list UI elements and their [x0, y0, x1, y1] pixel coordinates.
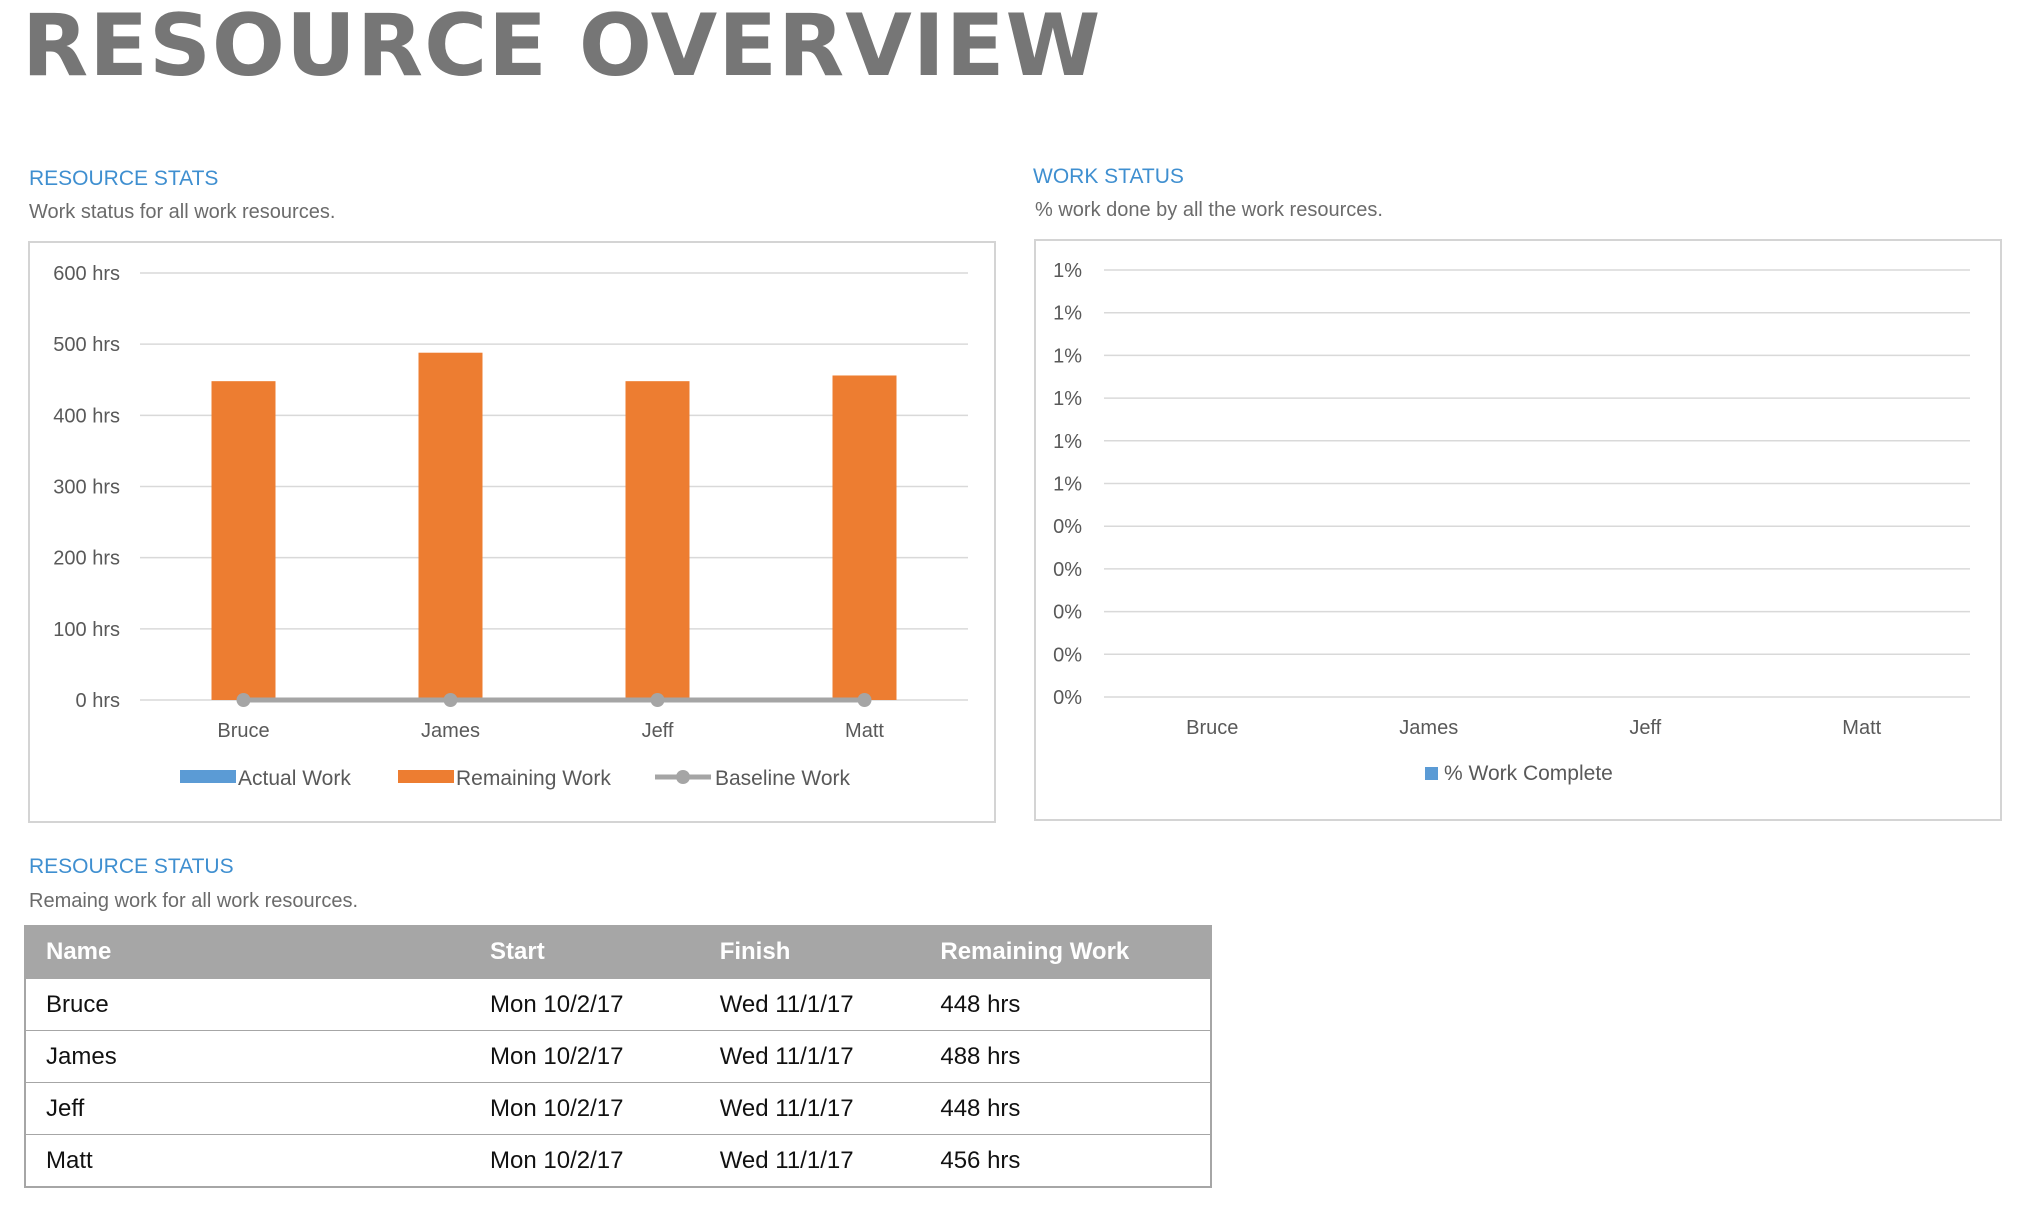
y-tick-label: 400 hrs	[53, 405, 120, 427]
x-tick-label: Bruce	[217, 720, 269, 742]
x-tick-label: Matt	[1842, 717, 1881, 739]
table-row[interactable]: Matt Mon 10/2/17 Wed 11/1/17 456 hrs	[25, 1134, 1211, 1188]
cell-finish: Wed 11/1/17	[699, 1082, 921, 1135]
work-status-subtitle: % work done by all the work resources.	[1035, 199, 1383, 221]
table-row[interactable]: Jeff Mon 10/2/17 Wed 11/1/17 448 hrs	[25, 1082, 1211, 1135]
column-header-start[interactable]: Start	[470, 925, 700, 979]
cell-name: Matt	[25, 1134, 471, 1188]
page-title: RESOURCE OVERVIEW	[22, 0, 1102, 96]
table-row[interactable]: James Mon 10/2/17 Wed 11/1/17 488 hrs	[25, 1030, 1211, 1083]
y-tick-label: 1%	[1053, 474, 1082, 496]
cell-name: James	[25, 1030, 471, 1083]
x-tick-label: Matt	[845, 720, 884, 742]
cell-name: Bruce	[25, 978, 471, 1031]
cell-remaining-work: 448 hrs	[920, 1082, 1211, 1135]
y-tick-label: 1%	[1053, 388, 1082, 410]
cell-remaining-work: 456 hrs	[920, 1134, 1211, 1188]
cell-start: Mon 10/2/17	[470, 978, 700, 1031]
cell-start: Mon 10/2/17	[470, 1082, 700, 1135]
resource-status-subtitle: Remaing work for all work resources.	[29, 890, 358, 912]
y-tick-label: 300 hrs	[53, 477, 120, 499]
y-tick-label: 500 hrs	[53, 334, 120, 356]
cell-start: Mon 10/2/17	[470, 1134, 700, 1188]
y-tick-label: 100 hrs	[53, 619, 120, 641]
y-tick-label: 0%	[1053, 516, 1082, 538]
y-tick-label: 0%	[1053, 687, 1082, 709]
legend-label: Baseline Work	[715, 767, 851, 790]
bar-remaining-work	[211, 381, 276, 700]
column-header-name[interactable]: Name	[25, 925, 470, 979]
table-row[interactable]: Bruce Mon 10/2/17 Wed 11/1/17 448 hrs	[25, 978, 1211, 1031]
legend-swatch	[180, 770, 236, 783]
legend-marker	[676, 770, 690, 784]
cell-finish: Wed 11/1/17	[699, 1030, 921, 1083]
baseline-work-point	[650, 693, 665, 707]
baseline-work-point	[443, 693, 458, 707]
bar-remaining-work	[418, 352, 483, 700]
cell-remaining-work: 488 hrs	[920, 1030, 1211, 1083]
y-tick-label: 1%	[1053, 303, 1082, 325]
baseline-work-point	[236, 693, 251, 707]
y-tick-label: 600 hrs	[53, 263, 120, 285]
work-status-chart: 0% 0% 0% 0% 0% 1% 1% 1% 1% 1% 1% Bruce James Jeff Matt…	[1034, 239, 2002, 821]
y-tick-label: 0%	[1053, 559, 1082, 581]
cell-finish: Wed 11/1/17	[699, 1134, 921, 1188]
bar-remaining-work	[832, 375, 897, 700]
resource-status-title: RESOURCE STATUS	[29, 855, 234, 878]
column-header-remaining-work[interactable]: Remaining Work	[920, 925, 1211, 979]
legend-label: Remaining Work	[456, 767, 611, 790]
cell-finish: Wed 11/1/17	[699, 978, 921, 1031]
resource-stats-title: RESOURCE STATS	[29, 167, 219, 190]
y-tick-label: 0 hrs	[76, 690, 120, 712]
resource-status-table: Name Start Finish Remaining Work Bruce M…	[24, 925, 1212, 1188]
resource-stats-subtitle: Work status for all work resources.	[29, 201, 336, 223]
cell-remaining-work: 448 hrs	[920, 978, 1211, 1031]
cell-name: Jeff	[25, 1082, 471, 1135]
x-tick-label: Jeff	[1629, 717, 1661, 739]
work-status-chart-svg: 0% 0% 0% 0% 0% 1% 1% 1% 1% 1% 1% Bruce James Jeff Matt…	[1053, 260, 1970, 785]
bar-remaining-work	[625, 381, 690, 700]
x-tick-label: James	[1399, 717, 1458, 739]
x-tick-label: Bruce	[1186, 717, 1238, 739]
y-tick-label: 1%	[1053, 260, 1082, 282]
cell-start: Mon 10/2/17	[470, 1030, 700, 1083]
resource-stats-chart-svg: 0 hrs 100 hrs 200 hrs 300 hrs 400 hrs 500 hrs…	[53, 263, 968, 790]
x-tick-label: James	[421, 720, 480, 742]
legend-label: Actual Work	[238, 767, 351, 790]
legend-label: % Work Complete	[1444, 762, 1613, 785]
legend-swatch	[1425, 767, 1438, 780]
y-tick-label: 1%	[1053, 345, 1082, 367]
work-status-title: WORK STATUS	[1033, 165, 1184, 188]
resource-stats-chart: 0 hrs 100 hrs 200 hrs 300 hrs 400 hrs 500 hrs…	[28, 241, 996, 823]
y-tick-label: 0%	[1053, 602, 1082, 624]
legend-swatch	[398, 770, 454, 783]
y-tick-label: 1%	[1053, 431, 1082, 453]
baseline-work-point	[857, 693, 872, 707]
x-tick-label: Jeff	[642, 720, 674, 742]
y-tick-label: 0%	[1053, 644, 1082, 666]
column-header-finish[interactable]: Finish	[700, 925, 921, 979]
table-header-row: Name Start Finish Remaining Work	[25, 925, 1211, 979]
y-tick-label: 200 hrs	[53, 548, 120, 570]
